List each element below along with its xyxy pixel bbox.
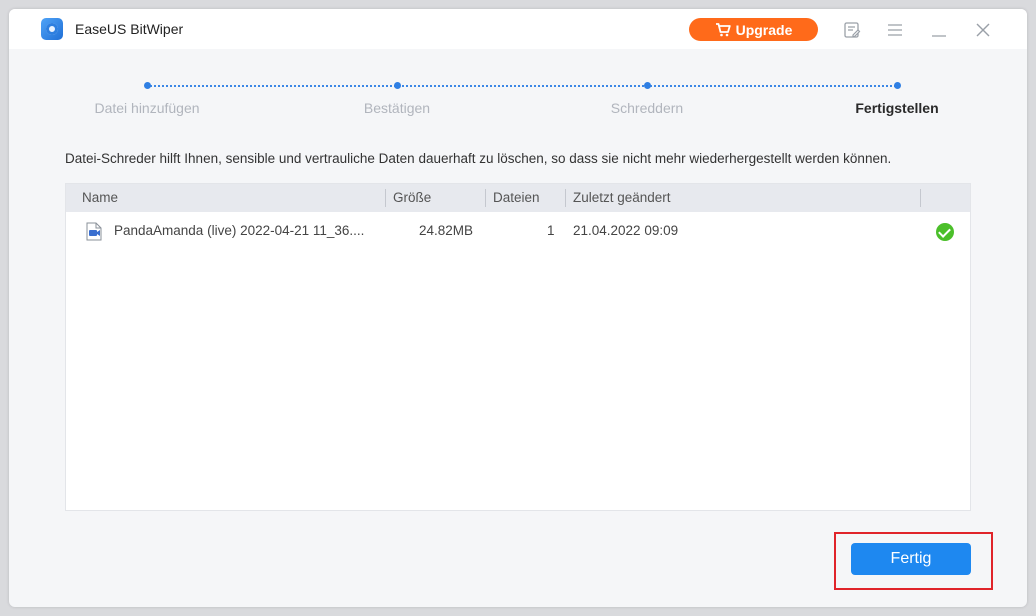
step-dot-4 xyxy=(894,82,901,89)
column-divider[interactable] xyxy=(385,189,386,207)
column-size[interactable]: Größe xyxy=(393,190,431,205)
close-icon[interactable] xyxy=(974,21,992,39)
video-file-icon xyxy=(86,222,102,241)
menu-icon[interactable] xyxy=(886,21,904,39)
step-shred: Schreddern xyxy=(610,100,684,116)
step-dot-3 xyxy=(644,82,651,89)
step-dot-1 xyxy=(144,82,151,89)
column-name[interactable]: Name xyxy=(82,190,118,205)
file-count: 1 xyxy=(547,223,555,238)
upgrade-label: Upgrade xyxy=(735,21,793,38)
column-files[interactable]: Dateien xyxy=(493,190,540,205)
step-confirm: Bestätigen xyxy=(363,100,431,116)
file-table: Name Größe Dateien Zuletzt geändert Pand… xyxy=(65,183,971,511)
step-add-files: Datei hinzufügen xyxy=(94,100,200,116)
column-divider[interactable] xyxy=(920,189,921,207)
check-icon xyxy=(936,223,954,241)
description-text: Datei-Schreder hilft Ihnen, sensible und… xyxy=(65,151,892,166)
app-window: EaseUS BitWiper Upgrade Datei hinzufügen… xyxy=(9,9,1027,607)
finish-button[interactable]: Fertig xyxy=(851,543,971,575)
app-title: EaseUS BitWiper xyxy=(75,21,184,37)
minimize-icon[interactable] xyxy=(930,21,948,39)
file-modified: 21.04.2022 09:09 xyxy=(573,223,679,238)
column-divider[interactable] xyxy=(565,189,566,207)
column-modified[interactable]: Zuletzt geändert xyxy=(573,190,671,205)
step-dot-2 xyxy=(394,82,401,89)
file-size: 24.82MB xyxy=(419,223,474,238)
file-name: PandaAmanda (live) 2022-04-21 11_36.... xyxy=(114,223,365,238)
table-row[interactable]: PandaAmanda (live) 2022-04-21 11_36.... … xyxy=(66,218,970,246)
step-finish: Fertigstellen xyxy=(855,100,939,116)
column-divider[interactable] xyxy=(485,189,486,207)
cart-icon xyxy=(715,22,731,36)
progress-line xyxy=(147,85,899,87)
table-header: Name Größe Dateien Zuletzt geändert xyxy=(66,184,970,212)
app-logo-icon xyxy=(41,18,63,40)
title-bar: EaseUS BitWiper Upgrade xyxy=(9,9,1027,49)
feedback-icon[interactable] xyxy=(843,21,861,39)
upgrade-button[interactable]: Upgrade xyxy=(689,18,818,41)
